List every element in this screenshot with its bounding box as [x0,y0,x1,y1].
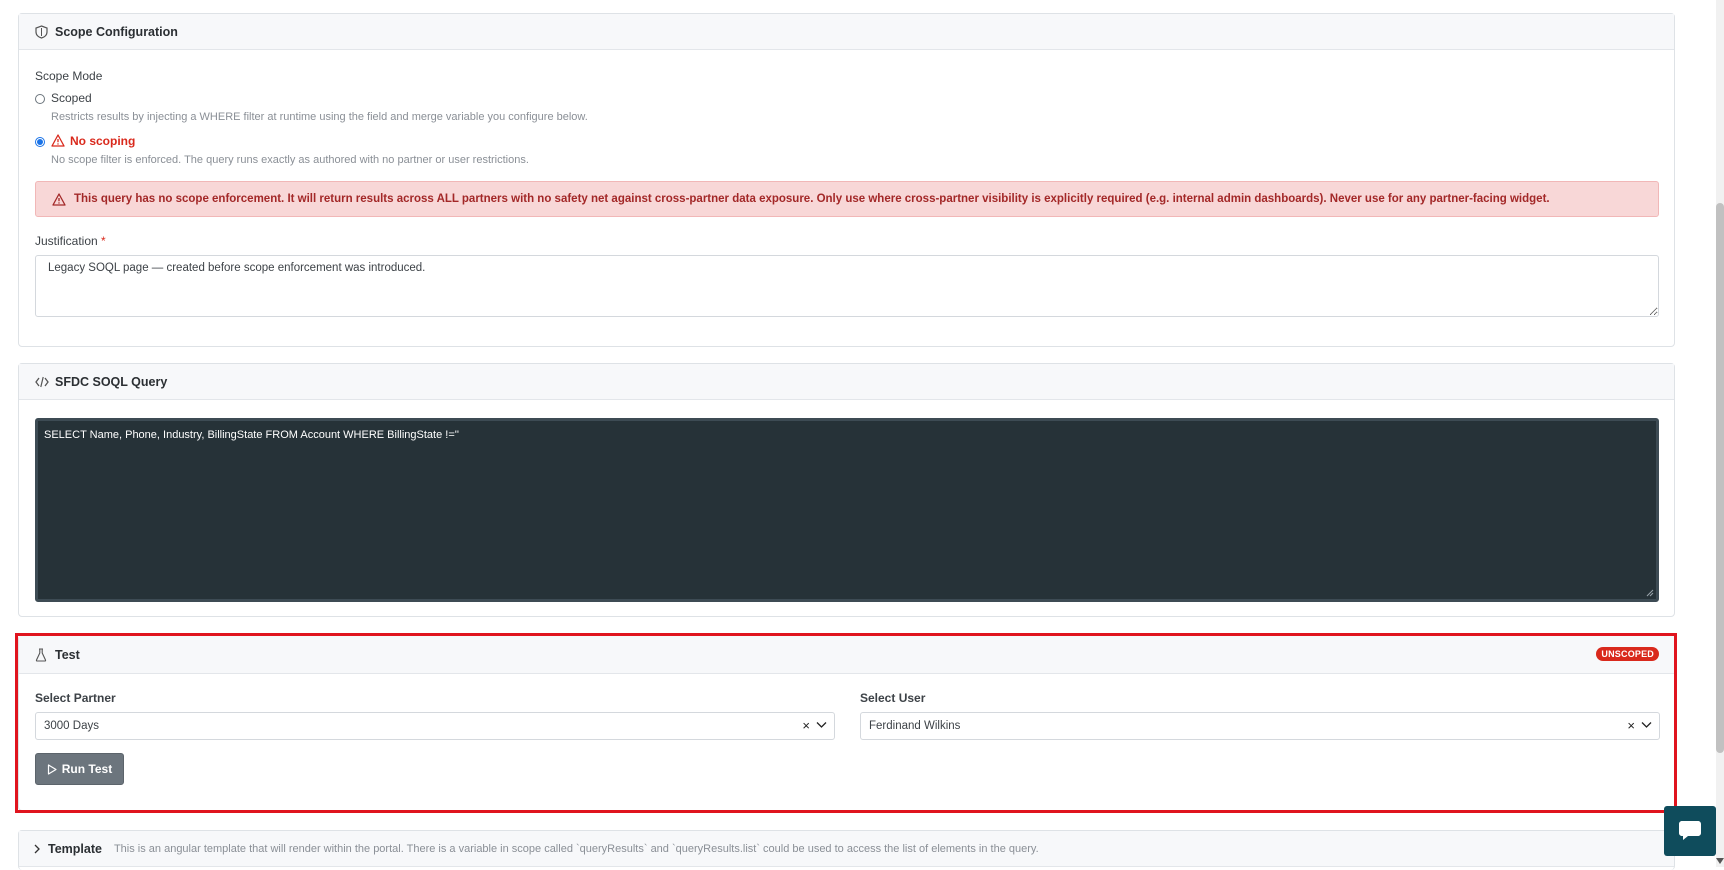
chevron-right-icon[interactable] [33,844,41,854]
scoped-option-description: Restricts results by injecting a WHERE f… [51,111,588,123]
scoped-radio[interactable] [35,94,45,104]
soql-query-card: SFDC SOQL Query SELECT Name, Phone, Indu… [18,363,1675,617]
scope-configuration-card: Scope Configuration Scope Mode Scoped Re… [18,13,1675,347]
justification-textarea[interactable]: Legacy SOQL page — created before scope … [35,255,1659,317]
user-select[interactable]: Ferdinand Wilkins × [860,712,1660,740]
scoped-option-label[interactable]: Scoped [51,91,92,105]
flask-icon [35,647,49,662]
template-description: This is an angular template that will re… [113,842,1039,855]
scope-configuration-title: Scope Configuration [55,24,178,39]
required-marker: * [101,234,106,248]
partner-clear-icon[interactable]: × [802,718,810,733]
soql-query-header: SFDC SOQL Query [19,364,1674,400]
template-card[interactable]: Template This is an angular template tha… [18,830,1675,870]
justification-label-text: Justification [35,234,98,248]
scroll-down-arrow-icon[interactable] [1716,858,1724,864]
code-icon [35,375,49,389]
run-test-button[interactable]: Run Test [35,753,124,785]
test-card: Test UNSCOPED Select Partner 3000 Days ×… [18,635,1675,811]
partner-select-value: 3000 Days [44,720,99,732]
select-user-label: Select User [860,691,926,705]
unscoped-badge: UNSCOPED [1596,647,1659,661]
no-scope-warning-alert: This query has no scope enforcement. It … [35,181,1659,217]
soql-query-title: SFDC SOQL Query [55,374,168,389]
warning-triangle-icon [51,134,65,150]
page-scrollbar-thumb[interactable] [1716,203,1724,753]
chat-bubble-icon [1679,821,1701,840]
template-header[interactable]: Template This is an angular template tha… [19,831,1674,867]
partner-chevron-down-icon[interactable] [816,721,827,729]
justification-label: Justification * [35,234,106,248]
resize-handle-icon[interactable] [1646,589,1654,597]
shield-icon [35,24,49,39]
scope-mode-label: Scope Mode [35,69,103,83]
warning-text: This query has no scope enforcement. It … [74,193,1550,205]
chat-widget-button[interactable] [1664,806,1716,856]
partner-select[interactable]: 3000 Days × [35,712,835,740]
user-chevron-down-icon[interactable] [1641,721,1652,729]
test-header: Test UNSCOPED [19,636,1674,674]
no-scoping-radio[interactable] [35,137,45,147]
soql-editor[interactable]: SELECT Name, Phone, Industry, BillingSta… [35,418,1659,602]
scope-configuration-header: Scope Configuration [19,14,1674,50]
no-scoping-option-description: No scope filter is enforced. The query r… [51,154,529,166]
no-scoping-option-label[interactable]: No scoping [70,134,135,148]
run-test-label: Run Test [61,762,113,776]
alert-warning-icon [52,192,66,206]
user-select-value: Ferdinand Wilkins [869,720,961,732]
soql-text: SELECT Name, Phone, Industry, BillingSta… [44,429,459,441]
template-title: Template [48,841,102,856]
test-title: Test [55,647,80,662]
select-partner-label: Select Partner [35,691,116,705]
play-icon [47,763,57,775]
user-clear-icon[interactable]: × [1627,718,1635,733]
